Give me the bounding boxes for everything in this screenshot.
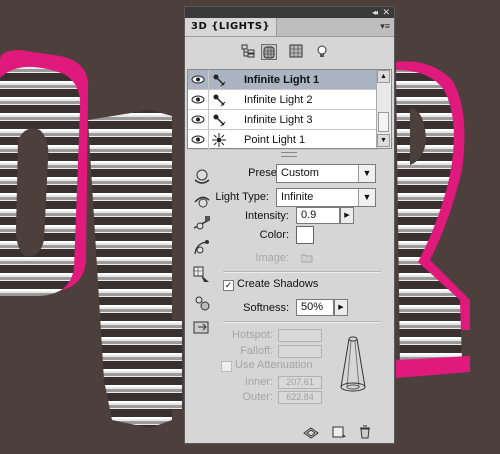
list-item[interactable]: Infinite Light 1	[188, 70, 378, 90]
collapse-to-icons-icon[interactable]: ◂◂	[372, 8, 378, 17]
lights-filter-icon[interactable]	[315, 44, 331, 60]
infinite-light-icon	[213, 114, 226, 127]
infinite-light-icon	[213, 74, 226, 87]
pane-splitter[interactable]	[185, 151, 394, 157]
light-type-label: Light Type:	[215, 191, 269, 203]
create-shadows-label: Create Shadows	[237, 278, 319, 290]
falloff-input[interactable]	[278, 345, 322, 358]
section-divider	[223, 321, 381, 323]
use-attenuation-label: Use Attenuation	[235, 359, 313, 371]
list-scrollbar[interactable]: ▲ ▼	[376, 70, 391, 148]
hotspot-input[interactable]	[278, 329, 322, 342]
visibility-eye-icon[interactable]	[188, 130, 209, 149]
falloff-label: Falloff:	[240, 345, 273, 357]
softness-label: Softness:	[243, 302, 289, 314]
roll-light-icon[interactable]	[192, 190, 212, 210]
softness-slider-arrow-icon[interactable]: ▶	[334, 299, 348, 316]
color-label: Color:	[259, 229, 289, 241]
move-to-view-icon[interactable]	[192, 318, 212, 338]
intensity-input[interactable]: 0.9	[296, 207, 340, 224]
scale-light-icon[interactable]	[192, 265, 212, 285]
splitter-grip-icon[interactable]	[281, 152, 297, 157]
3d-lights-panel: ◂◂ ✕ 3D {LIGHTS} ▾≡ Infinite Light 1 Inf…	[184, 6, 395, 444]
use-attenuation-checkbox[interactable]	[221, 361, 232, 372]
spotlight-cone-icon	[340, 336, 366, 392]
slide-light-icon[interactable]	[192, 238, 212, 258]
light-name: Infinite Light 2	[244, 94, 313, 106]
delete-light-icon[interactable]	[357, 425, 373, 439]
section-divider	[223, 271, 381, 273]
panel-bottom-bar	[185, 420, 394, 443]
visibility-eye-icon[interactable]	[188, 90, 209, 109]
mesh-filter-icon[interactable]	[261, 44, 277, 60]
tab-3d-lights[interactable]: 3D {LIGHTS}	[185, 18, 278, 36]
panel-tab-bar: 3D {LIGHTS} ▾≡	[185, 18, 394, 37]
visibility-eye-icon[interactable]	[188, 70, 209, 89]
list-item[interactable]: Point Light 1	[188, 130, 378, 150]
folder-icon	[301, 254, 313, 263]
scroll-thumb[interactable]	[378, 112, 389, 132]
preset-value: Custom	[281, 167, 319, 179]
outer-label: Outer:	[242, 391, 273, 403]
light-name: Infinite Light 1	[244, 74, 320, 86]
new-light-icon[interactable]	[331, 425, 347, 439]
filter-toolbar	[185, 37, 394, 67]
point-light-icon	[212, 133, 226, 147]
list-item[interactable]: Infinite Light 3	[188, 110, 378, 130]
hotspot-label: Hotspot:	[232, 329, 273, 341]
point-at-origin-icon[interactable]	[192, 293, 212, 313]
image-label: Image:	[255, 252, 289, 264]
preset-label: Preset:	[248, 167, 283, 179]
materials-filter-icon[interactable]	[289, 44, 305, 60]
chevron-down-icon[interactable]: ▼	[358, 189, 375, 206]
panel-menu-icon[interactable]: ▾≡	[380, 21, 390, 32]
inner-input[interactable]: 207.61	[278, 376, 322, 389]
outer-input[interactable]: 622.84	[278, 391, 322, 404]
softness-input[interactable]: 50%	[296, 299, 334, 316]
preset-select[interactable]: Custom ▼	[276, 164, 376, 183]
intensity-label: Intensity:	[244, 210, 289, 222]
close-icon[interactable]: ✕	[382, 7, 390, 18]
light-color-swatch[interactable]	[296, 226, 314, 244]
toggle-overlays-icon[interactable]	[303, 425, 319, 439]
inner-label: Inner:	[244, 376, 273, 388]
light-type-select[interactable]: Infinite ▼	[276, 188, 376, 207]
panel-title-bar[interactable]: ◂◂ ✕	[185, 7, 394, 18]
rotate-light-icon[interactable]	[192, 166, 212, 186]
scene-filter-icon[interactable]	[241, 44, 257, 60]
light-type-value: Infinite	[281, 191, 314, 203]
chevron-down-icon[interactable]: ▼	[358, 165, 375, 182]
scroll-down-icon[interactable]: ▼	[377, 134, 390, 147]
infinite-light-icon	[213, 94, 226, 107]
list-item[interactable]: Infinite Light 2	[188, 90, 378, 110]
light-name: Point Light 1	[244, 134, 306, 146]
drag-light-icon[interactable]	[192, 214, 212, 234]
lights-list: Infinite Light 1 Infinite Light 2 Infini…	[187, 69, 392, 150]
create-shadows-checkbox[interactable]: ✓	[223, 280, 234, 291]
light-name: Infinite Light 3	[244, 114, 313, 126]
visibility-eye-icon[interactable]	[188, 110, 209, 129]
scroll-up-icon[interactable]: ▲	[377, 70, 390, 83]
intensity-slider-arrow-icon[interactable]: ▶	[340, 207, 354, 224]
